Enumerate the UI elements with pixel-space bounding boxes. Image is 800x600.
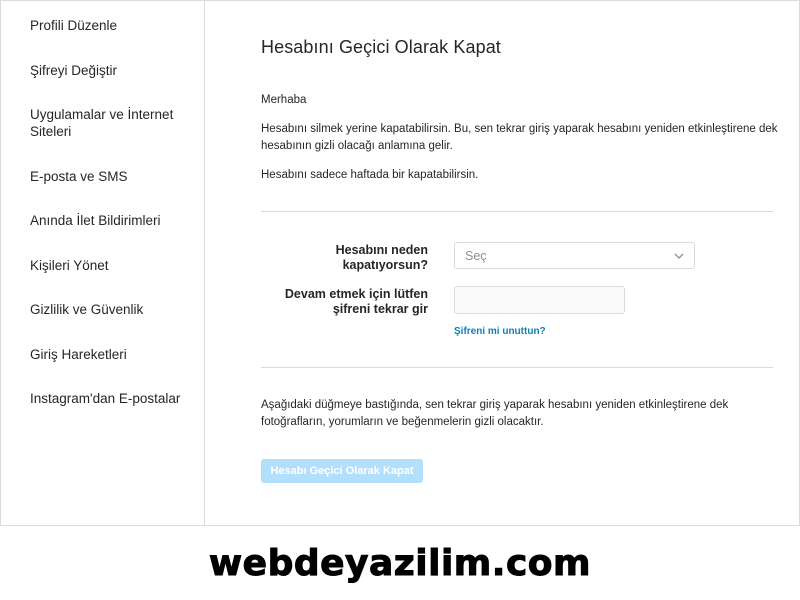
sidebar-item-instagram-emails[interactable]: Instagram'dan E-postalar <box>30 390 205 407</box>
sidebar-item-email-sms[interactable]: E-posta ve SMS <box>30 168 195 185</box>
reason-label: Hesabını neden kapatıyorsun? <box>335 243 428 272</box>
temporarily-disable-button[interactable]: Hesabı Geçici Olarak Kapat <box>261 459 423 483</box>
settings-panel: Profili Düzenle Şifreyi Değiştir Uygulam… <box>0 0 800 526</box>
divider <box>261 211 773 212</box>
settings-sidebar: Profili Düzenle Şifreyi Değiştir Uygulam… <box>1 1 205 525</box>
divider <box>261 367 773 368</box>
sidebar-item-apps-websites[interactable]: Uygulamalar ve İnternet Siteleri <box>30 106 190 140</box>
password-field[interactable] <box>454 286 625 314</box>
sidebar-item-login-activity[interactable]: Giriş Hareketleri <box>30 346 195 363</box>
sidebar-item-change-password[interactable]: Şifreyi Değiştir <box>30 62 195 79</box>
chevron-down-icon <box>673 249 685 261</box>
frequency-text: Hesabını sadece haftada bir kapatabilirs… <box>261 169 479 181</box>
reason-select-value: Seç <box>465 249 487 263</box>
watermark: webdeyazilim.com <box>0 526 800 600</box>
sidebar-item-manage-contacts[interactable]: Kişileri Yönet <box>30 257 195 274</box>
greeting-text: Merhaba <box>261 94 307 106</box>
sidebar-item-edit-profile[interactable]: Profili Düzenle <box>30 17 195 34</box>
watermark-text: webdeyazilim.com <box>208 542 592 584</box>
info-text: Hesabını silmek yerine kapatabilirsin. B… <box>261 123 778 152</box>
reason-select[interactable]: Seç <box>454 242 695 269</box>
page-title: Hesabını Geçici Olarak Kapat <box>261 37 501 57</box>
footer-text: Aşağıdaki düğmeye bastığında, sen tekrar… <box>261 399 729 428</box>
main-content: Hesabını Geçici Olarak Kapat Merhaba Hes… <box>206 1 800 525</box>
sidebar-item-push-notifications[interactable]: Anında İlet Bildirimleri <box>30 212 195 229</box>
forgot-password-link[interactable]: Şifreni mi unuttun? <box>454 326 546 337</box>
password-label: Devam etmek için lütfen şifreni tekrar g… <box>284 287 428 316</box>
sidebar-item-privacy-security[interactable]: Gizlilik ve Güvenlik <box>30 301 195 318</box>
